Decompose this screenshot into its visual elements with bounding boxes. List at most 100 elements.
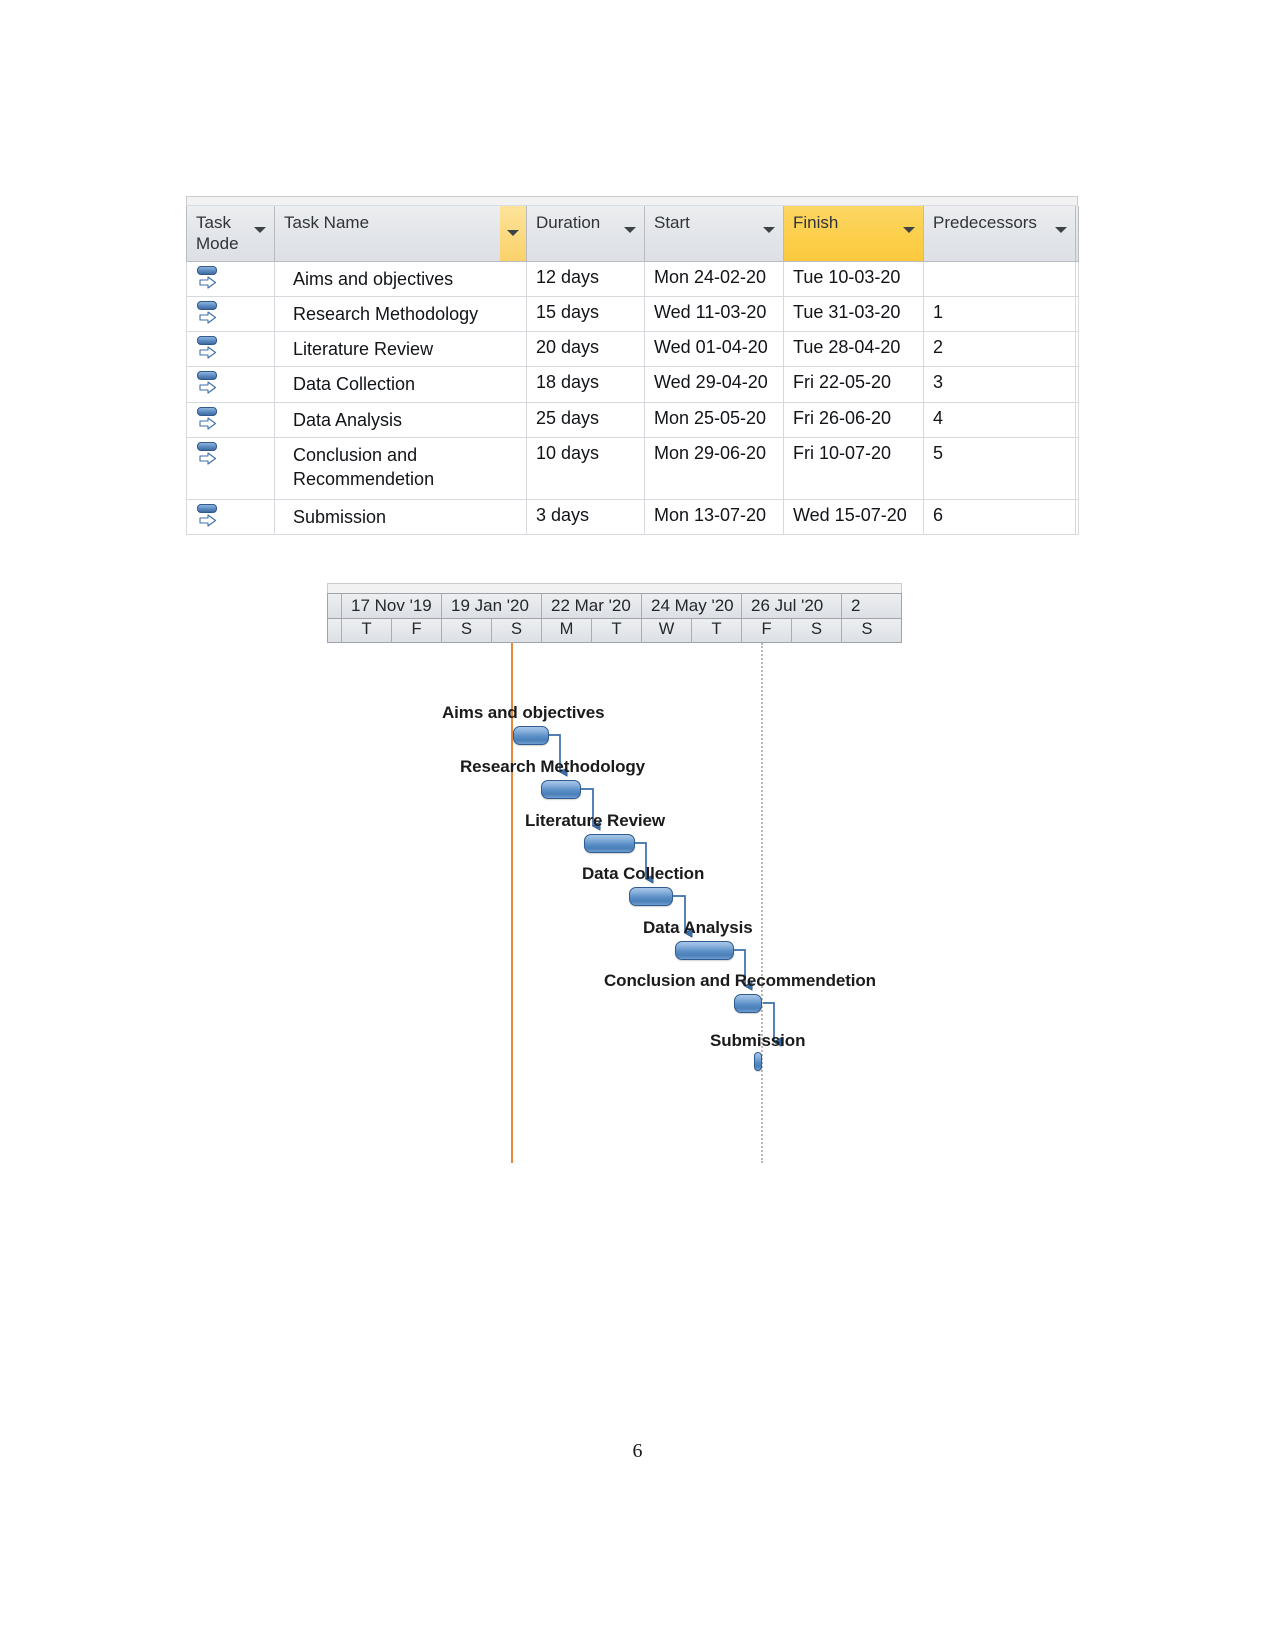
timeline-day-cell: T (342, 619, 392, 642)
cell-task-mode[interactable] (186, 331, 275, 368)
gantt-bar-label: Literature Review (525, 811, 666, 830)
cell-predecessors[interactable]: 3 (923, 366, 1076, 403)
cell-duration[interactable]: 18 days (526, 366, 645, 403)
chevron-down-icon[interactable] (1051, 220, 1071, 240)
cell-task-name[interactable]: Data Collection (274, 366, 527, 403)
project-task-table: Task Mode Task Name Duration Start Finis… (186, 196, 1079, 536)
cell-task-mode[interactable] (186, 295, 275, 333)
cell-task-name[interactable]: Submission (274, 498, 527, 536)
chevron-down-icon[interactable] (620, 220, 640, 240)
cell-spacer (1075, 260, 1079, 297)
cell-spacer (1075, 401, 1079, 438)
cell-start[interactable]: Mon 13-07-20 (644, 498, 784, 536)
table-row[interactable]: Research Methodology 15 days Wed 11-03-20 T… (186, 295, 1079, 333)
gantt-bar[interactable] (513, 726, 549, 745)
cell-task-name[interactable]: Conclusion and Recommendetion (274, 436, 527, 500)
column-header-spacer (1075, 206, 1079, 262)
cell-finish[interactable]: Tue 31-03-20 (783, 295, 924, 333)
timeline-day-cell: F (742, 619, 792, 642)
cell-duration[interactable]: 25 days (526, 401, 645, 438)
cell-duration[interactable]: 20 days (526, 331, 645, 368)
timeline-day-cell: T (692, 619, 742, 642)
table-row[interactable]: Conclusion and Recommendetion 10 days Mon … (186, 436, 1079, 500)
gantt-bar-label: Research Methodology (460, 757, 646, 776)
table-row[interactable]: Data Collection 18 days Wed 29-04-20 Fri 22… (186, 366, 1079, 403)
timeline-day-cell: F (392, 619, 442, 642)
cell-predecessors[interactable]: 5 (923, 436, 1076, 500)
cell-task-name[interactable]: Research Methodology (274, 295, 527, 333)
project-finish-line (761, 643, 763, 1163)
column-header-duration[interactable]: Duration (526, 206, 645, 262)
timeline-day-cell: W (642, 619, 692, 642)
gantt-bar[interactable] (675, 941, 734, 960)
column-header-predecessors[interactable]: Predecessors (923, 206, 1076, 262)
gantt-bar[interactable] (584, 834, 635, 853)
column-header-task-name[interactable]: Task Name (274, 206, 527, 262)
timeline-major-cell: 26 Jul '20 (742, 594, 842, 618)
cell-predecessors[interactable]: 6 (923, 498, 1076, 536)
cell-start[interactable]: Wed 11-03-20 (644, 295, 784, 333)
gantt-bar[interactable] (629, 887, 673, 906)
task-grid: Task Mode Task Name Duration Start Finis… (186, 206, 1079, 536)
table-row[interactable]: Literature Review 20 days Wed 01-04-20 Tue … (186, 331, 1079, 368)
page-number: 6 (632, 1440, 643, 1462)
table-row[interactable]: Submission 3 days Mon 13-07-20 Wed 15-07-20… (186, 498, 1079, 536)
cell-spacer (1075, 436, 1079, 500)
chevron-down-icon[interactable] (759, 220, 779, 240)
cell-task-name[interactable]: Literature Review (274, 331, 527, 368)
column-header-finish[interactable]: Finish (783, 206, 924, 262)
cell-finish[interactable]: Wed 15-07-20 (783, 498, 924, 536)
cell-task-mode[interactable] (186, 436, 275, 500)
gantt-plot-area: Aims and objectives Research Methodology L… (327, 643, 902, 1163)
cell-finish[interactable]: Fri 26-06-20 (783, 401, 924, 438)
cell-start[interactable]: Wed 01-04-20 (644, 331, 784, 368)
cell-finish[interactable]: Tue 28-04-20 (783, 331, 924, 368)
column-header-task-mode[interactable]: Task Mode (186, 206, 275, 262)
timeline-day-cell: T (592, 619, 642, 642)
cell-task-mode[interactable] (186, 366, 275, 403)
chevron-down-icon[interactable] (250, 220, 270, 240)
timeline-day-cell: S (442, 619, 492, 642)
gantt-bar-label: Data Analysis (643, 918, 753, 937)
chevron-down-icon[interactable] (899, 220, 919, 240)
table-row[interactable]: Data Analysis 25 days Mon 25-05-20 Fri 26-0… (186, 401, 1079, 438)
timeline-day-cell: S (861, 620, 873, 638)
cell-task-name[interactable]: Aims and objectives (274, 260, 527, 297)
gantt-bar[interactable] (734, 994, 762, 1013)
cell-start[interactable]: Mon 25-05-20 (644, 401, 784, 438)
cell-spacer (1075, 366, 1079, 403)
chevron-down-icon[interactable] (500, 206, 526, 261)
timeline-major-cell: 22 Mar '20 (542, 594, 642, 618)
cell-duration[interactable]: 15 days (526, 295, 645, 333)
cell-predecessors[interactable]: 2 (923, 331, 1076, 368)
gantt-bar[interactable] (754, 1052, 762, 1071)
cell-task-mode[interactable] (186, 401, 275, 438)
gantt-bar-label: Conclusion and Recommendetion (604, 971, 876, 990)
table-header-row: Task Mode Task Name Duration Start Finis… (186, 206, 1079, 262)
cell-spacer (1075, 331, 1079, 368)
gantt-top-strip (327, 583, 902, 593)
cell-start[interactable]: Wed 29-04-20 (644, 366, 784, 403)
cell-duration[interactable]: 10 days (526, 436, 645, 500)
column-header-start[interactable]: Start (644, 206, 784, 262)
cell-finish[interactable]: Tue 10-03-20 (783, 260, 924, 297)
cell-predecessors[interactable]: 4 (923, 401, 1076, 438)
gantt-chart: 17 Nov '19 19 Jan '20 22 Mar '20 24 May '20… (327, 583, 902, 1163)
cell-finish[interactable]: Fri 22-05-20 (783, 366, 924, 403)
cell-task-mode[interactable] (186, 260, 275, 297)
gantt-bar[interactable] (541, 780, 581, 799)
table-top-strip (186, 196, 1078, 206)
cell-predecessors[interactable]: 1 (923, 295, 1076, 333)
cell-task-name[interactable]: Data Analysis (274, 401, 527, 438)
cell-predecessors[interactable] (923, 260, 1076, 297)
gantt-timeline-minor: TFSSMTWTFSS (327, 619, 902, 643)
gantt-bar-label: Submission (710, 1031, 806, 1050)
cell-finish[interactable]: Fri 10-07-20 (783, 436, 924, 500)
cell-start[interactable]: Mon 29-06-20 (644, 436, 784, 500)
cell-task-mode[interactable] (186, 498, 275, 536)
cell-duration[interactable]: 3 days (526, 498, 645, 536)
timeline-major-cell: 24 May '20 (642, 594, 742, 618)
cell-duration[interactable]: 12 days (526, 260, 645, 297)
table-row[interactable]: Aims and objectives 12 days Mon 24-02-20 Tu… (186, 260, 1079, 297)
cell-start[interactable]: Mon 24-02-20 (644, 260, 784, 297)
